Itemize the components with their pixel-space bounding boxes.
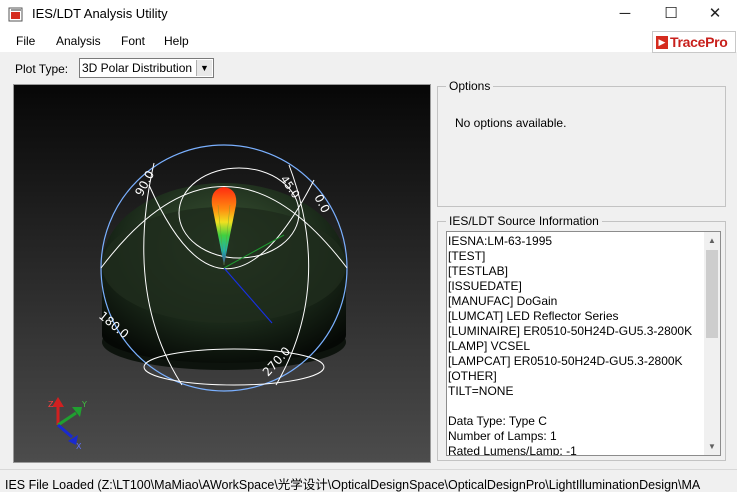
source-info-line: [TESTLAB] <box>448 264 509 278</box>
source-info-title: IES/LDT Source Information <box>446 214 602 228</box>
triad-z-label: Z <box>48 400 54 409</box>
source-info-line: [OTHER] <box>448 369 497 383</box>
source-info-line: [TEST] <box>448 249 486 263</box>
options-title: Options <box>446 79 494 93</box>
maximize-button[interactable]: ☐ <box>648 0 694 30</box>
source-info-line: Data Type: Type C <box>448 414 547 428</box>
source-info-line <box>448 399 704 414</box>
source-info-line: [LAMP] VCSEL <box>448 339 531 353</box>
app-icon <box>8 6 24 22</box>
source-info-line: [LAMPCAT] ER0510-50H24D-GU5.3-2800K <box>448 354 683 368</box>
title-bar: IES/LDT Analysis Utility ─ ☐ ✕ <box>0 0 737 30</box>
source-info-line: TILT=NONE <box>448 384 514 398</box>
minimize-button[interactable]: ─ <box>602 0 648 30</box>
menu-analysis[interactable]: Analysis <box>56 34 101 48</box>
status-text: IES File Loaded (Z:\LT100\MaMiao\AWorkSp… <box>5 478 701 492</box>
menu-bar: File Analysis Font Help <box>0 30 737 52</box>
source-info-list[interactable]: IESNA:LM-63-1995 [TEST] [TESTLAB] [ISSUEDAT… <box>446 231 721 456</box>
triad-y-label: Y <box>81 400 87 409</box>
close-button[interactable]: ✕ <box>692 0 737 30</box>
source-info-line: IESNA:LM-63-1995 <box>448 234 553 248</box>
plot-type-value: 3D Polar Distribution <box>82 61 193 75</box>
scroll-thumb[interactable] <box>706 250 718 338</box>
menu-help[interactable]: Help <box>164 34 189 48</box>
plot-viewport[interactable]: 90.0 45.0 0.0 180.0 270.0 Z Y X <box>13 84 431 463</box>
options-group: Options No options available. <box>437 79 726 207</box>
vertical-scrollbar[interactable]: ▲ ▼ <box>704 232 720 455</box>
scroll-down-icon[interactable]: ▼ <box>704 438 720 455</box>
triad-y-axis <box>57 411 77 427</box>
triad-x-axis <box>57 423 73 439</box>
plot-type-dropdown[interactable]: 3D Polar Distribution ▼ <box>79 58 214 78</box>
window-title: IES/LDT Analysis Utility <box>32 6 168 21</box>
axis-triad: Z Y X <box>48 397 87 451</box>
triad-z-arrow <box>52 397 64 407</box>
source-info-line: [MANUFAC] DoGain <box>448 294 558 308</box>
triad-x-label: X <box>76 442 82 451</box>
source-info-line: [ISSUEDATE] <box>448 279 522 293</box>
plot-type-label: Plot Type: <box>15 62 69 76</box>
tracepro-logo-text: TracePro <box>670 34 728 50</box>
source-info-line: [LUMINAIRE] ER0510-50H24D-GU5.3-2800K <box>448 324 693 338</box>
source-info-line: Number of Lamps: 1 <box>448 429 557 443</box>
tracepro-logo-icon: ▶ <box>656 36 668 49</box>
scroll-up-icon[interactable]: ▲ <box>704 232 720 249</box>
status-bar: IES File Loaded (Z:\LT100\MaMiao\AWorkSp… <box>0 469 737 492</box>
source-info-group: IES/LDT Source Information IESNA:LM-63-1… <box>437 214 726 461</box>
no-options-text: No options available. <box>455 116 567 130</box>
polar-plot-canvas: 90.0 45.0 0.0 180.0 270.0 Z Y X <box>48 144 348 451</box>
source-info-line: Rated Lumens/Lamp: -1 <box>448 444 577 456</box>
chevron-down-icon[interactable]: ▼ <box>196 60 212 76</box>
source-info-lines: IESNA:LM-63-1995 [TEST] [TESTLAB] [ISSUEDAT… <box>448 234 704 456</box>
menu-file[interactable]: File <box>16 34 35 48</box>
tracepro-logo: ▶ TracePro <box>652 31 736 53</box>
source-info-line: [LUMCAT] LED Reflector Series <box>448 309 619 323</box>
menu-font[interactable]: Font <box>121 34 145 48</box>
